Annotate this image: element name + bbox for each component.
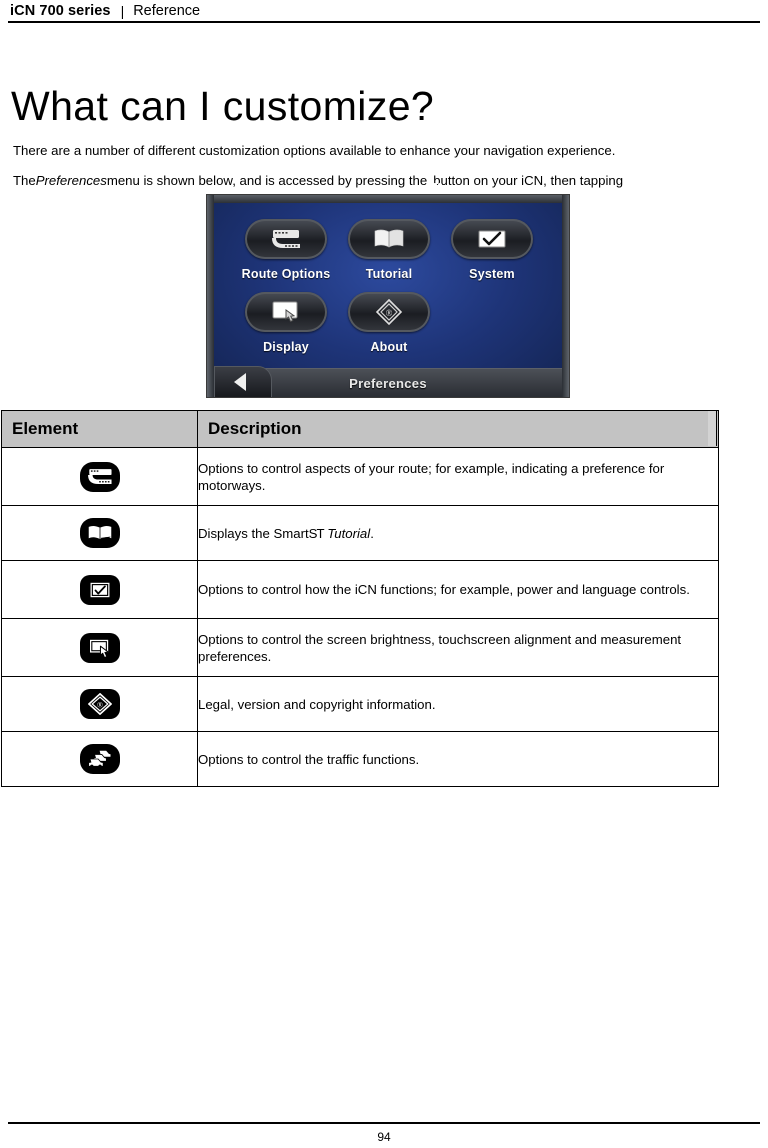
page-header: iCN 700 series | Reference xyxy=(10,0,758,22)
table-cell-description: Displays the SmartST Tutorial. xyxy=(197,505,719,561)
table-cell-element-tutorial xyxy=(1,505,198,561)
table-cell-description: Options to control the screen brightness… xyxy=(197,618,719,677)
table-cell-element-route-options xyxy=(1,447,198,506)
table-header-row: Element Description xyxy=(1,410,719,448)
device-tile-label-about: About xyxy=(370,340,408,354)
device-bezel-right xyxy=(562,195,569,397)
device-tile-label-tutorial: Tutorial xyxy=(365,267,413,281)
table-row: Options to control how the iCN functions… xyxy=(1,560,719,619)
checkbox-icon-badge xyxy=(79,574,120,605)
intro-paragraph: There are a number of different customiz… xyxy=(13,143,616,159)
device-tile-label-route-options: Route Options xyxy=(241,267,331,281)
preferences-text-part3: button on your iCN, then tapping xyxy=(433,173,624,189)
device-tile-route-options[interactable] xyxy=(245,219,327,259)
display-hand-icon xyxy=(272,301,298,323)
device-bezel-top xyxy=(207,195,569,203)
table-row: Displays the SmartST Tutorial. xyxy=(1,505,719,561)
road-icon xyxy=(272,230,300,248)
table-header-description: Description xyxy=(197,410,719,448)
table-cell-element-about: ® xyxy=(1,676,198,732)
traffic-icon xyxy=(87,749,111,768)
table-header-description-label: Description xyxy=(208,419,302,438)
description-text-post: . xyxy=(370,525,374,541)
header-section-name: Reference xyxy=(133,3,201,19)
diamond-info-icon-badge: ® xyxy=(79,689,120,719)
footer-page-number: 94 xyxy=(377,1130,391,1144)
header-product-name: iCN 700 series xyxy=(10,3,111,19)
description-text-italic: Tutorial xyxy=(327,525,371,541)
table-cell-element-traffic xyxy=(1,731,198,787)
traffic-icon-badge xyxy=(79,744,120,774)
road-icon xyxy=(87,468,112,484)
preferences-text-part2: menu is shown below, and is accessed by … xyxy=(106,173,428,189)
preferences-text-part1: The xyxy=(13,173,36,189)
checkbox-icon xyxy=(478,230,506,248)
footer-divider-rule xyxy=(8,1122,760,1124)
preferences-paragraph: The Preferences menu is shown below, and… xyxy=(13,172,753,189)
table-header-element: Element xyxy=(1,410,198,448)
smart-st-mark: ST xyxy=(308,525,325,541)
table-cell-description: Options to control aspects of your route… xyxy=(197,447,719,506)
table-cell-description: Legal, version and copyright information… xyxy=(197,676,719,732)
table-row: ® Legal, version and copyright informati… xyxy=(1,676,719,732)
book-icon xyxy=(374,229,404,248)
diamond-info-icon: ® xyxy=(375,299,403,325)
table-row: Options to control the traffic functions… xyxy=(1,731,719,787)
book-icon-badge xyxy=(79,518,120,548)
road-icon-badge xyxy=(79,461,120,492)
table-cell-element-system xyxy=(1,560,198,619)
table-cell-description: Options to control how the iCN functions… xyxy=(197,560,719,619)
table-row: Options to control the screen brightness… xyxy=(1,618,719,677)
device-title-bar-label: Preferences xyxy=(349,375,427,391)
device-tile-about[interactable]: ® xyxy=(348,292,430,332)
display-hand-icon xyxy=(89,639,109,658)
device-screenshot-preferences-menu: Route Options Tutorial System Display ® … xyxy=(206,194,570,398)
element-description-table: Element Description Options to control a… xyxy=(1,410,719,787)
device-back-button[interactable] xyxy=(214,366,272,397)
diamond-info-icon: ® xyxy=(87,693,112,715)
page-title: What can I customize? xyxy=(11,83,435,130)
header-divider-rule xyxy=(8,21,760,23)
svg-text:®: ® xyxy=(97,700,103,709)
device-tile-label-display: Display xyxy=(263,340,309,354)
table-row: Options to control aspects of your route… xyxy=(1,447,719,506)
table-header-right-sliver xyxy=(708,411,717,446)
table-cell-element-display xyxy=(1,618,198,677)
table-cell-description: Options to control the traffic functions… xyxy=(197,731,719,787)
device-tile-label-system: System xyxy=(469,267,515,281)
device-bezel-left xyxy=(207,195,214,397)
table-header-element-label: Element xyxy=(12,419,79,438)
chevron-left-icon xyxy=(234,373,246,391)
display-hand-icon-badge xyxy=(79,632,120,663)
device-tile-system[interactable] xyxy=(451,219,533,259)
device-tile-display[interactable] xyxy=(245,292,327,332)
device-tile-tutorial[interactable] xyxy=(348,219,430,259)
header-separator: | xyxy=(120,3,125,19)
description-text-pre: Displays the Smart xyxy=(198,525,309,541)
checkbox-icon xyxy=(90,582,109,597)
preferences-menu-name: Preferences xyxy=(35,173,107,189)
svg-text:®: ® xyxy=(386,308,393,318)
book-icon xyxy=(88,526,111,540)
